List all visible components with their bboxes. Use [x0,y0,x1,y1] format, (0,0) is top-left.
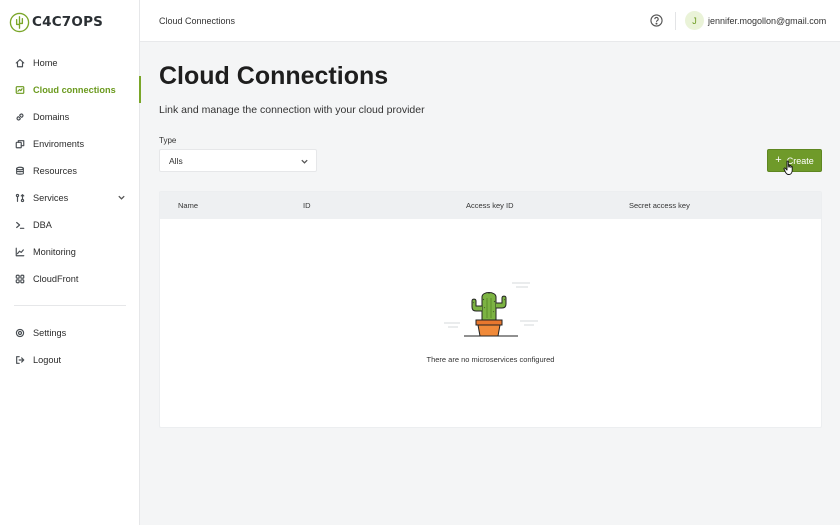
page-title: Cloud Connections [159,62,389,90]
create-button-label: Create [786,155,814,166]
sidebar-item-cloud-connections[interactable]: Cloud connections [0,76,141,103]
type-filter-label: Type [159,136,177,145]
brand-logo[interactable]: C4C7OPS [9,11,103,33]
sidebar-item-home[interactable]: Home [0,49,140,76]
sidebar-item-services[interactable]: Services [0,184,140,211]
sidebar-item-label: Settings [33,327,67,338]
sidebar-item-label: Enviroments [33,138,85,149]
database-icon [14,165,25,176]
home-icon [14,57,25,68]
cloud-connection-icon [14,84,25,95]
sidebar-item-label: Services [33,192,69,203]
sidebar-item-logout[interactable]: Logout [0,346,140,373]
column-header-name[interactable]: Name [178,201,198,210]
sidebar-divider [14,305,126,306]
terminal-icon [14,219,25,230]
empty-state-message: There are no microservices configured [426,355,555,364]
create-button[interactable]: + Create [767,149,822,172]
type-filter-value: Alls [169,155,183,166]
sidebar-item-cloudfront[interactable]: CloudFront [0,265,140,292]
sidebar-item-label: Monitoring [33,246,76,257]
sidebar-nav: Home Cloud connections Domains Enviromen… [0,49,141,292]
column-header-secret-access-key[interactable]: Secret access key [629,201,690,210]
sidebar-item-label: CloudFront [33,273,79,284]
sidebar-item-domains[interactable]: Domains [0,103,140,130]
chevron-down-icon [300,157,309,166]
plus-icon: + [775,154,782,166]
sidebar-item-label: Resources [33,165,77,176]
sidebar-item-label: DBA [33,219,52,230]
table-header: Name ID Access key ID Secret access key [160,192,821,219]
sidebar-item-dba[interactable]: DBA [0,211,140,238]
chart-line-icon [14,246,25,257]
sidebar-item-enviroments[interactable]: Enviroments [0,130,140,157]
cactus-empty-state-illustration [444,282,538,337]
chevron-down-icon[interactable] [117,193,126,202]
services-icon [14,192,25,203]
sidebar-item-monitoring[interactable]: Monitoring [0,238,140,265]
help-icon[interactable] [650,14,663,27]
page-subtitle: Link and manage the connection with your… [159,104,425,116]
logout-icon [14,354,25,365]
sidebar-item-label: Home [33,57,58,68]
type-filter-select[interactable]: Alls [159,149,317,172]
brand-name: C4C7OPS [32,14,104,30]
topbar-divider [675,12,676,30]
cactus-logo-icon [9,12,30,32]
link-icon [14,111,25,122]
connections-table: Name ID Access key ID Secret access key … [159,191,822,428]
environments-icon [14,138,25,149]
sidebar-bottom-nav: Settings Logout [0,319,140,373]
cloudfront-icon [14,273,25,284]
sidebar-item-resources[interactable]: Resources [0,157,140,184]
sidebar: C4C7OPS Home Cloud connections Domains E… [0,0,141,525]
breadcrumb: Cloud Connections [159,16,236,26]
avatar[interactable]: J [685,11,704,30]
column-header-access-key-id[interactable]: Access key ID [466,201,514,210]
sidebar-item-label: Logout [33,354,62,365]
topbar: Cloud Connections J jennifer.mogollon@gm… [140,0,840,42]
user-email[interactable]: jennifer.mogollon@gmail.com [708,16,826,26]
sidebar-item-settings[interactable]: Settings [0,319,140,346]
sidebar-item-label: Cloud connections [33,84,116,95]
sidebar-item-label: Domains [33,111,70,122]
gear-icon [14,327,25,338]
column-header-id[interactable]: ID [303,201,311,210]
